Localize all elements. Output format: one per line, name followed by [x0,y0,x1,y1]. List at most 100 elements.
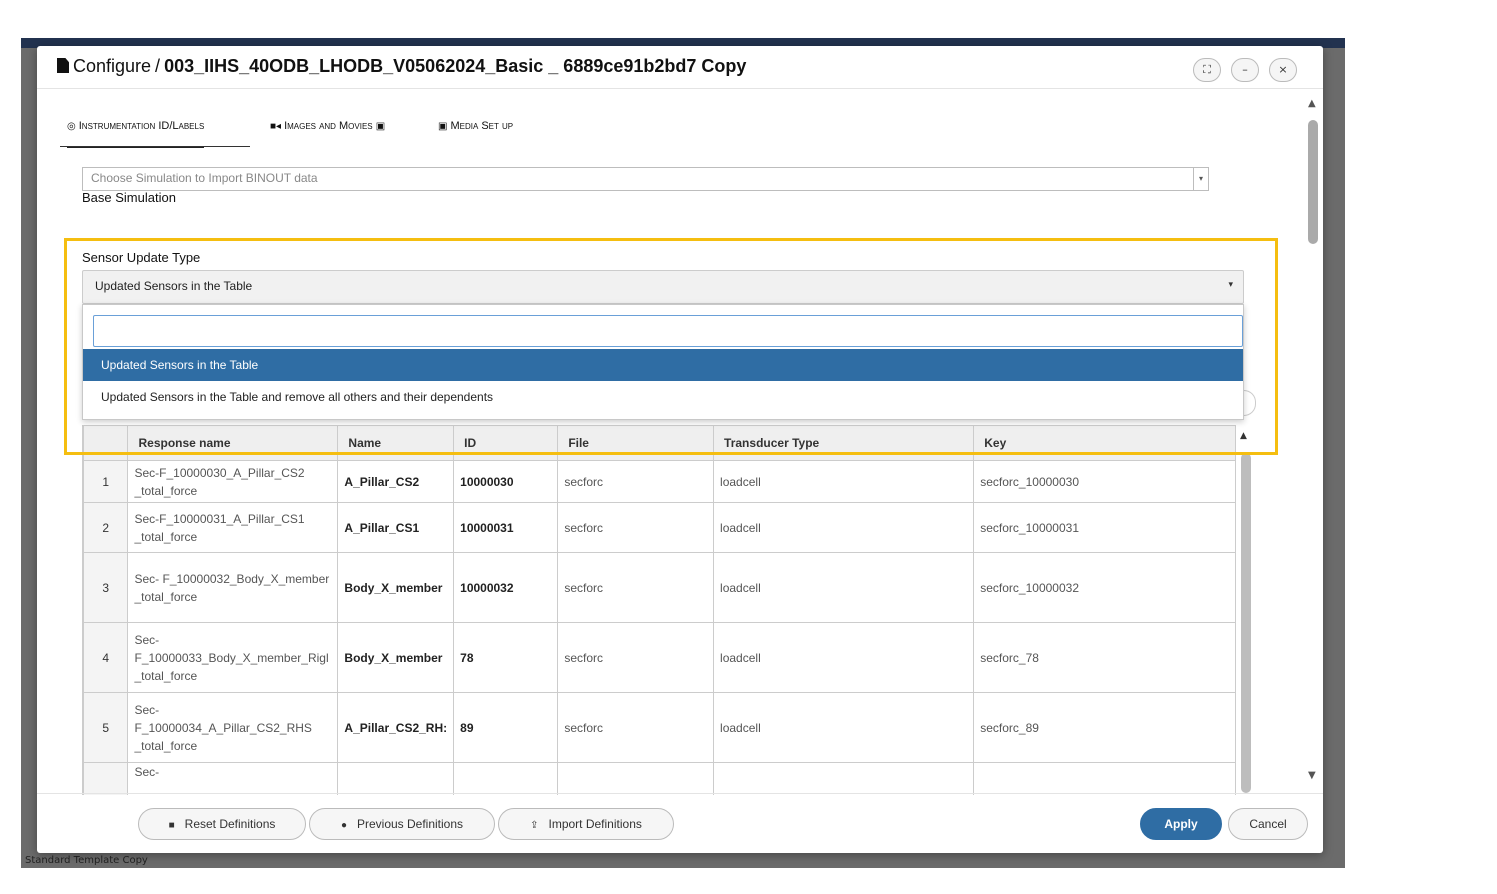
row-number: 5 [83,692,129,763]
base-simulation-select[interactable]: Choose Simulation to Import BINOUT data … [82,167,1209,191]
table-row[interactable]: 4 Sec- F_10000033_Body_X_member_Rigl _to… [83,622,1236,693]
cell-type [713,762,975,795]
document-icon [57,58,69,73]
cell-response: Sec- F_10000033_Body_X_member_Rigl _tota… [127,622,339,693]
sensor-update-value: Updated Sensors in the Table [95,279,253,293]
cell-type: loadcell [713,552,975,623]
row-number [83,762,129,795]
tab-label: Images and Movies [284,120,373,132]
table-row[interactable]: Sec- [83,762,1236,795]
cell-key [973,762,1236,795]
column-header[interactable]: Transducer Type [713,425,975,461]
expand-icon: ⛶ [1203,63,1211,76]
tab-media-setup[interactable]: ▣ Media Set up [438,116,513,146]
button-label: Cancel [1249,817,1287,831]
target-icon: ◎ [67,121,76,132]
previous-definitions-button[interactable]: ● Previous Definitions [309,808,495,840]
sensor-update-select[interactable]: Updated Sensors in the Table ▾ [82,270,1244,304]
column-header[interactable]: ID [453,425,559,461]
button-label: Import Definitions [548,817,642,831]
button-label: Previous Definitions [356,817,464,831]
cell-key: secforc_10000031 [973,502,1236,553]
image-icon: ▣ [438,121,448,132]
sensor-table-grid: Response name Name ID File Transducer Ty… [83,425,1236,795]
column-header [83,425,129,461]
close-button[interactable]: × [1269,58,1297,82]
cell-key: secforc_89 [973,692,1236,763]
cell-file: secforc [557,460,715,503]
dropdown-option[interactable]: Updated Sensors in the Table and remove … [83,381,1243,413]
cell-id: 10000032 [453,552,559,623]
cell-type: loadcell [713,692,975,763]
cell-response: Sec-F_10000030_A_Pillar_CS2 _total_force [127,460,339,503]
table-header-row: Response name Name ID File Transducer Ty… [83,425,1236,461]
title-separator: / [155,56,161,76]
clock-icon: ● [340,820,347,831]
row-number: 4 [83,622,129,693]
row-number: 2 [83,502,129,553]
scroll-up-icon[interactable]: ▲ [1240,431,1247,441]
dialog-title: Configure/003_IIHS_40ODB_LHODB_V05062024… [57,56,746,77]
scroll-up-icon[interactable]: ▲ [1308,98,1316,109]
background-footer-text: Standard Template Copy [25,855,148,866]
upload-icon: ⇪ [530,820,539,831]
tab-label: Instrumentation ID/Labels [78,120,205,132]
cell-file: secforc [557,622,715,693]
option-label: Updated Sensors in the Table and remove … [101,390,494,404]
configure-dialog: Configure/003_IIHS_40ODB_LHODB_V05062024… [37,46,1323,853]
sensor-update-label: Sensor Update Type [82,250,201,265]
tab-images-movies[interactable]: ■◂ Images and Movies ▣ [270,116,388,146]
cell-name: A_Pillar_CS2 [337,460,455,503]
base-simulation-label: Base Simulation [82,190,176,205]
table-row[interactable]: 3 Sec- F_10000032_Body_X_member _total_f… [83,552,1236,623]
dropdown-option-selected[interactable]: Updated Sensors in the Table [83,349,1243,381]
cell-id: 10000030 [453,460,559,503]
table-row[interactable]: 5 Sec- F_10000034_A_Pillar_CS2_RHS _tota… [83,692,1236,763]
cancel-button[interactable]: Cancel [1228,808,1308,840]
column-header[interactable]: Key [973,425,1236,461]
scroll-down-icon[interactable]: ▼ [1308,770,1316,781]
table-scrollbar-thumb[interactable] [1241,453,1251,793]
button-label: Reset Definitions [184,817,276,831]
cell-response: Sec- F_10000034_A_Pillar_CS2_RHS _total_… [127,692,339,763]
video-camera-icon: ■◂ [270,121,282,132]
camera-icon: ▣ [375,121,386,132]
cell-response: Sec- F_10000032_Body_X_member _total_for… [127,552,339,623]
import-definitions-button[interactable]: ⇪ Import Definitions [498,808,674,840]
row-number: 1 [83,460,129,503]
cell-file: secforc [557,552,715,623]
column-header[interactable]: Response name [127,425,339,461]
column-header[interactable]: Name [337,425,455,461]
cell-id: 10000031 [453,502,559,553]
cell-type: loadcell [713,502,975,553]
dialog-scrollbar[interactable]: ▲ ▼ [1301,98,1325,786]
sensor-table: Response name Name ID File Transducer Ty… [82,425,1236,795]
cell-key: secforc_10000032 [973,552,1236,623]
dropdown-search-input[interactable] [93,315,1243,347]
apply-button[interactable]: Apply [1140,808,1222,840]
expand-button[interactable]: ⛶ [1193,58,1221,82]
cell-response: Sec- [127,762,339,795]
table-row[interactable]: 2 Sec-F_10000031_A_Pillar_CS1 _total_for… [83,502,1236,553]
chevron-down-icon: ▾ [1228,280,1233,290]
dialog-footer: ■ Reset Definitions ● Previous Definitions… [37,793,1323,854]
table-row[interactable]: 1 Sec-F_10000030_A_Pillar_CS2 _total_for… [83,460,1236,503]
cell-name [337,762,455,795]
title-name: 003_IIHS_40ODB_LHODB_V05062024_Basic _ 6… [164,56,747,76]
tab-instrumentation[interactable]: ◎ Instrumentation ID/Labels [67,116,205,148]
tab-bar: ◎ Instrumentation ID/Labels ■◂ Images and … [60,116,660,148]
cell-id [453,762,559,795]
button-label: Apply [1164,817,1198,831]
chevron-down-icon: ▾ [1193,168,1208,190]
cell-name: Body_X_member [337,552,455,623]
minimize-button[interactable]: – [1231,58,1259,82]
column-header[interactable]: File [557,425,715,461]
table-scrollbar[interactable]: ▲ [1235,425,1257,795]
title-prefix: Configure [73,56,152,76]
cell-response: Sec-F_10000031_A_Pillar_CS1 _total_force [127,502,339,553]
dialog-scrollbar-thumb[interactable] [1308,120,1318,244]
reset-definitions-button[interactable]: ■ Reset Definitions [138,808,306,840]
stop-icon: ■ [168,820,175,831]
minimize-icon: – [1242,63,1248,76]
cell-name: A_Pillar_CS2_RH: [337,692,455,763]
